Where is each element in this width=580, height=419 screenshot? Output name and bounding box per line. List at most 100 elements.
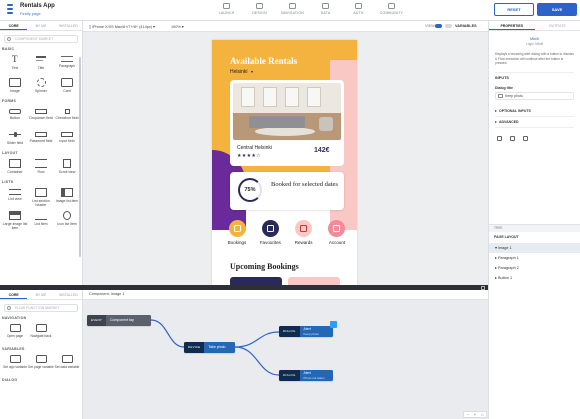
component-market-button[interactable]: COMPONENT MARKET <box>4 35 78 43</box>
booking-stat-card[interactable]: 75% Booked for selected dates <box>230 172 344 210</box>
flow-function-item[interactable]: Set page variable <box>28 353 54 375</box>
component-text[interactable]: Text <box>2 53 28 73</box>
view-toggle[interactable] <box>435 24 442 28</box>
tab-properties[interactable]: PROPERTIES <box>489 21 535 30</box>
zoom-out-button[interactable]: − <box>467 413 469 417</box>
logic-canvas[interactable]: Component: Image 1 EVENT Component tap DE… <box>83 290 488 419</box>
logic-sections: NAVIGATION Open page Navigate back VARIABLE… <box>0 316 82 384</box>
tree-item[interactable]: ▸ Paragraph 2 <box>489 263 580 273</box>
component-password[interactable]: Password field <box>28 128 54 148</box>
upcoming-card[interactable] <box>288 277 340 285</box>
component-spinner[interactable]: Spinner <box>28 76 54 96</box>
variables-toggle[interactable] <box>445 24 452 28</box>
reset-button[interactable]: RESET <box>494 3 534 16</box>
flow-function-market-button[interactable]: FLOW FUNCTION MARKET <box>4 304 78 312</box>
tree-item[interactable]: ▾ Image 1 <box>489 243 580 253</box>
component-para[interactable]: Paragraph <box>54 53 80 73</box>
component-iconitem[interactable]: Icon list item <box>54 209 80 229</box>
category-favourites[interactable]: Favourites <box>255 220 285 245</box>
tab-core[interactable]: CORE <box>0 21 28 30</box>
category-rewards[interactable]: Rewards <box>289 220 319 245</box>
hero-title[interactable]: Available Rentals <box>230 56 297 66</box>
scrollbar[interactable] <box>79 57 81 257</box>
tab-core[interactable]: CORE <box>0 290 28 299</box>
component-listitem[interactable]: List item <box>28 209 54 229</box>
flow-function-item[interactable]: Open page <box>2 322 28 344</box>
component-image[interactable]: Image <box>2 76 28 96</box>
zoom-select[interactable]: 100% ▾ <box>171 24 184 29</box>
category-label: Bookings <box>227 240 247 245</box>
component-label: Spinner <box>34 89 48 93</box>
rental-card[interactable]: Central Helsinki ★★★★☆ 142€ <box>230 80 344 166</box>
category-bookings[interactable]: Bookings <box>222 220 252 245</box>
nav-data[interactable]: DATA <box>309 3 342 15</box>
nav-navigation[interactable]: NAVIGATION <box>276 3 309 15</box>
nav-community[interactable]: COMMUNITY <box>375 3 408 15</box>
flow-function-item[interactable]: Set app variable <box>2 353 28 375</box>
tab-by-me[interactable]: BY ME <box>27 21 54 30</box>
tab-outputs[interactable]: OUTPUTS <box>535 21 580 30</box>
city-dropdown[interactable]: Helsinki <box>230 69 253 75</box>
rental-photo[interactable] <box>233 83 341 140</box>
database-icon <box>322 3 329 9</box>
device-select[interactable]: ▯ iPhone X/XS Max/6+/7+/8+ (414px) ▾ <box>89 24 155 29</box>
component-label: Title <box>37 66 45 70</box>
component-container[interactable]: Container <box>2 157 28 177</box>
event-node[interactable]: EVENT Component tap <box>87 315 151 326</box>
function-icon <box>9 355 21 363</box>
advanced-toggle[interactable]: ADVANCED <box>495 117 574 128</box>
tab-installed[interactable]: INSTALLED <box>55 290 82 299</box>
node-label: Take photo <box>204 342 235 353</box>
component-dropdown[interactable]: Dropdown field <box>28 105 54 125</box>
component-largeimg[interactable]: Large image list item <box>2 209 28 230</box>
component-button[interactable]: Button <box>2 105 28 125</box>
component-checkbox[interactable]: Checkbox field <box>54 105 80 125</box>
nav-auth[interactable]: AUTH <box>342 3 375 15</box>
alert-node[interactable]: DIALOG Alert Photo not taken <box>279 370 333 381</box>
selected-node-badge[interactable] <box>330 321 337 328</box>
checkbox-icon <box>64 109 70 114</box>
upcoming-card[interactable] <box>230 277 282 285</box>
optional-inputs-toggle[interactable]: OPTIONAL INPUTS <box>495 106 574 117</box>
tree-item[interactable]: ▸ Paragraph 1 <box>489 253 580 263</box>
tab-installed[interactable]: INSTALLED <box>55 21 82 30</box>
dialog-title-value: Keep photo <box>505 93 523 98</box>
dialog-title-field[interactable]: Keep photo <box>495 91 574 100</box>
flow-function-item[interactable]: Set data variable <box>54 353 80 375</box>
expand-icon[interactable] <box>481 285 485 290</box>
copy-icon[interactable] <box>497 135 502 141</box>
alert-node[interactable]: DIALOG Alert Keep photo <box>279 326 333 337</box>
section-heading: NAVIGATION <box>2 316 27 320</box>
nav-launch[interactable]: LAUNCH <box>210 3 243 15</box>
app-page-label[interactable]: Firstly page <box>20 11 41 16</box>
advanced-label: ADVANCED <box>499 119 519 124</box>
info-icon[interactable] <box>523 135 528 141</box>
component-card[interactable]: Card <box>54 76 80 96</box>
flow-function-market-label: FLOW FUNCTION MARKET <box>15 306 60 310</box>
zoom-fit-button[interactable]: □ <box>481 413 483 417</box>
zoom-in-button[interactable]: + <box>474 413 476 417</box>
component-input[interactable]: Input field <box>54 128 80 148</box>
nav-label: LAUNCH <box>218 11 235 15</box>
tree-item[interactable]: ▸ Button 1 <box>489 273 580 283</box>
flow-function-item[interactable]: Navigate back <box>28 322 54 344</box>
upcoming-title[interactable]: Upcoming Bookings <box>230 262 299 271</box>
save-button[interactable]: SAVE <box>537 3 577 16</box>
app-name[interactable]: Rentals App <box>20 3 55 9</box>
category-account[interactable]: Account <box>322 220 352 245</box>
tab-by-me[interactable]: BY ME <box>27 290 54 299</box>
component-scroll[interactable]: Scroll view <box>54 157 80 177</box>
component-listsec[interactable]: List section header <box>28 186 54 207</box>
component-list[interactable]: List view <box>2 186 28 206</box>
take-photo-node[interactable]: DEVICE Take photo <box>184 342 235 353</box>
nav-design[interactable]: DESIGN <box>243 3 276 15</box>
component-title[interactable]: Title <box>28 53 54 73</box>
component-label: Password field <box>29 139 53 143</box>
search-icon <box>7 37 11 41</box>
booking-stat-text: Booked for selected dates <box>271 181 338 188</box>
component-row[interactable]: Row <box>28 157 54 177</box>
component-imglist[interactable]: Image list item <box>54 186 80 206</box>
component-slider[interactable]: Slider field <box>2 128 28 148</box>
function-grid: Set app variable Set page variable Set dat… <box>2 353 82 375</box>
delete-icon[interactable] <box>510 135 515 141</box>
